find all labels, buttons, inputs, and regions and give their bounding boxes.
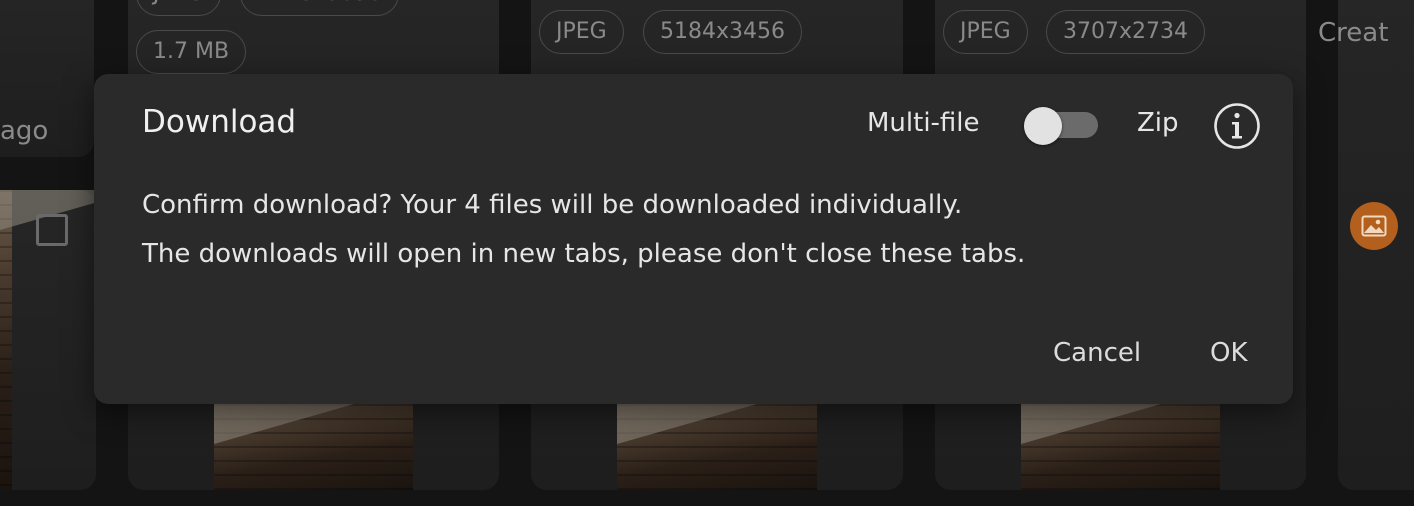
size-chip: 1.7 MB (136, 30, 247, 74)
cancel-button[interactable]: Cancel (1053, 338, 1141, 368)
photo-thumbnail (0, 190, 140, 490)
format-chip: JPEG (943, 10, 1028, 54)
multi-file-label[interactable]: Multi-file (867, 108, 980, 138)
download-dialog: Download Multi-file Zip Confirm download… (94, 74, 1293, 404)
resolution-chip: 3707x2734 (1046, 10, 1205, 54)
toggle-thumb (1024, 107, 1062, 145)
confirm-message: Confirm download? Your 4 files will be d… (142, 190, 963, 220)
photo-thumbnail (214, 404, 413, 490)
photo-thumbnail (617, 404, 817, 490)
card-time-text: ago (0, 116, 49, 146)
ok-button[interactable]: OK (1210, 338, 1248, 368)
format-chip: JPEG (539, 10, 624, 54)
resolution-chip: 4128x3096 (240, 0, 399, 16)
media-card[interactable] (0, 190, 140, 490)
select-checkbox[interactable] (36, 214, 68, 246)
zip-label[interactable]: Zip (1137, 108, 1179, 138)
download-mode-toggle[interactable] (1024, 107, 1098, 145)
photo-thumbnail (1021, 404, 1220, 490)
dialog-title: Download (142, 104, 297, 140)
format-chip: JPEG (136, 0, 221, 16)
image-icon (1350, 202, 1398, 250)
card-created-text: Creat (1318, 18, 1389, 48)
tabs-warning-message: The downloads will open in new tabs, ple… (142, 239, 1026, 269)
resolution-chip: 5184x3456 (643, 10, 802, 54)
media-card[interactable]: ago (0, 0, 94, 157)
info-icon[interactable] (1213, 102, 1261, 150)
